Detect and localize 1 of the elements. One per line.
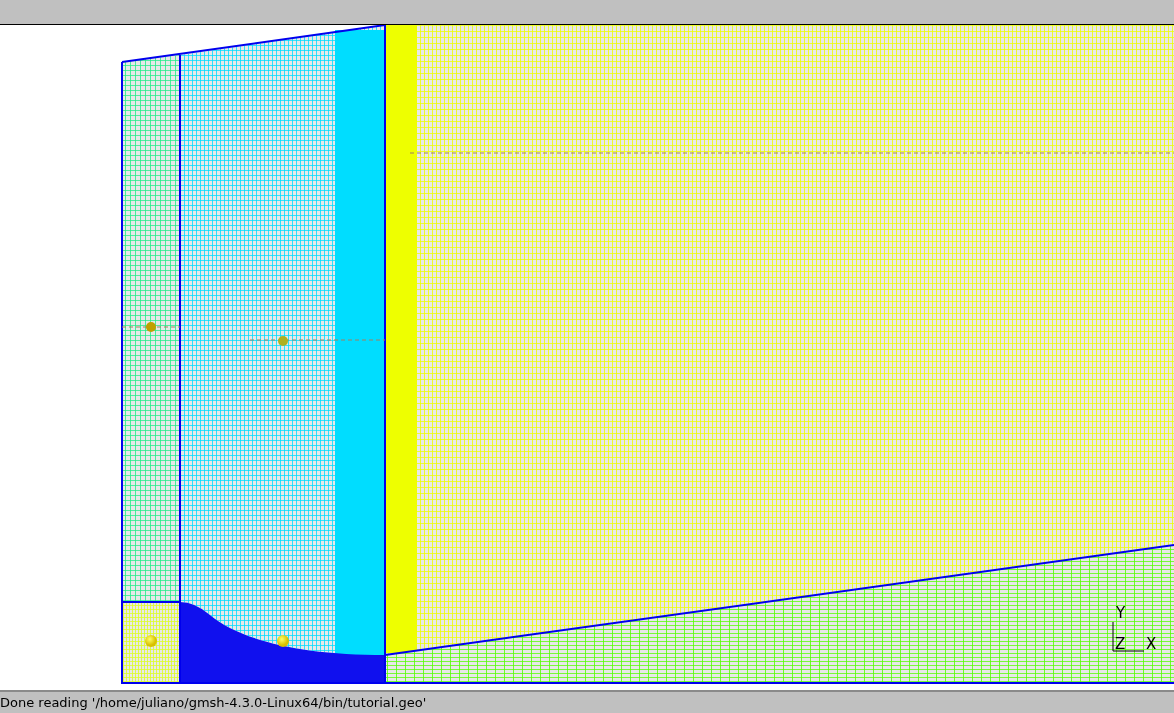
status-message: Done reading '/home/juliano/gmsh-4.3.0-Linux64/bin/tutorial.geo' (0, 695, 427, 710)
